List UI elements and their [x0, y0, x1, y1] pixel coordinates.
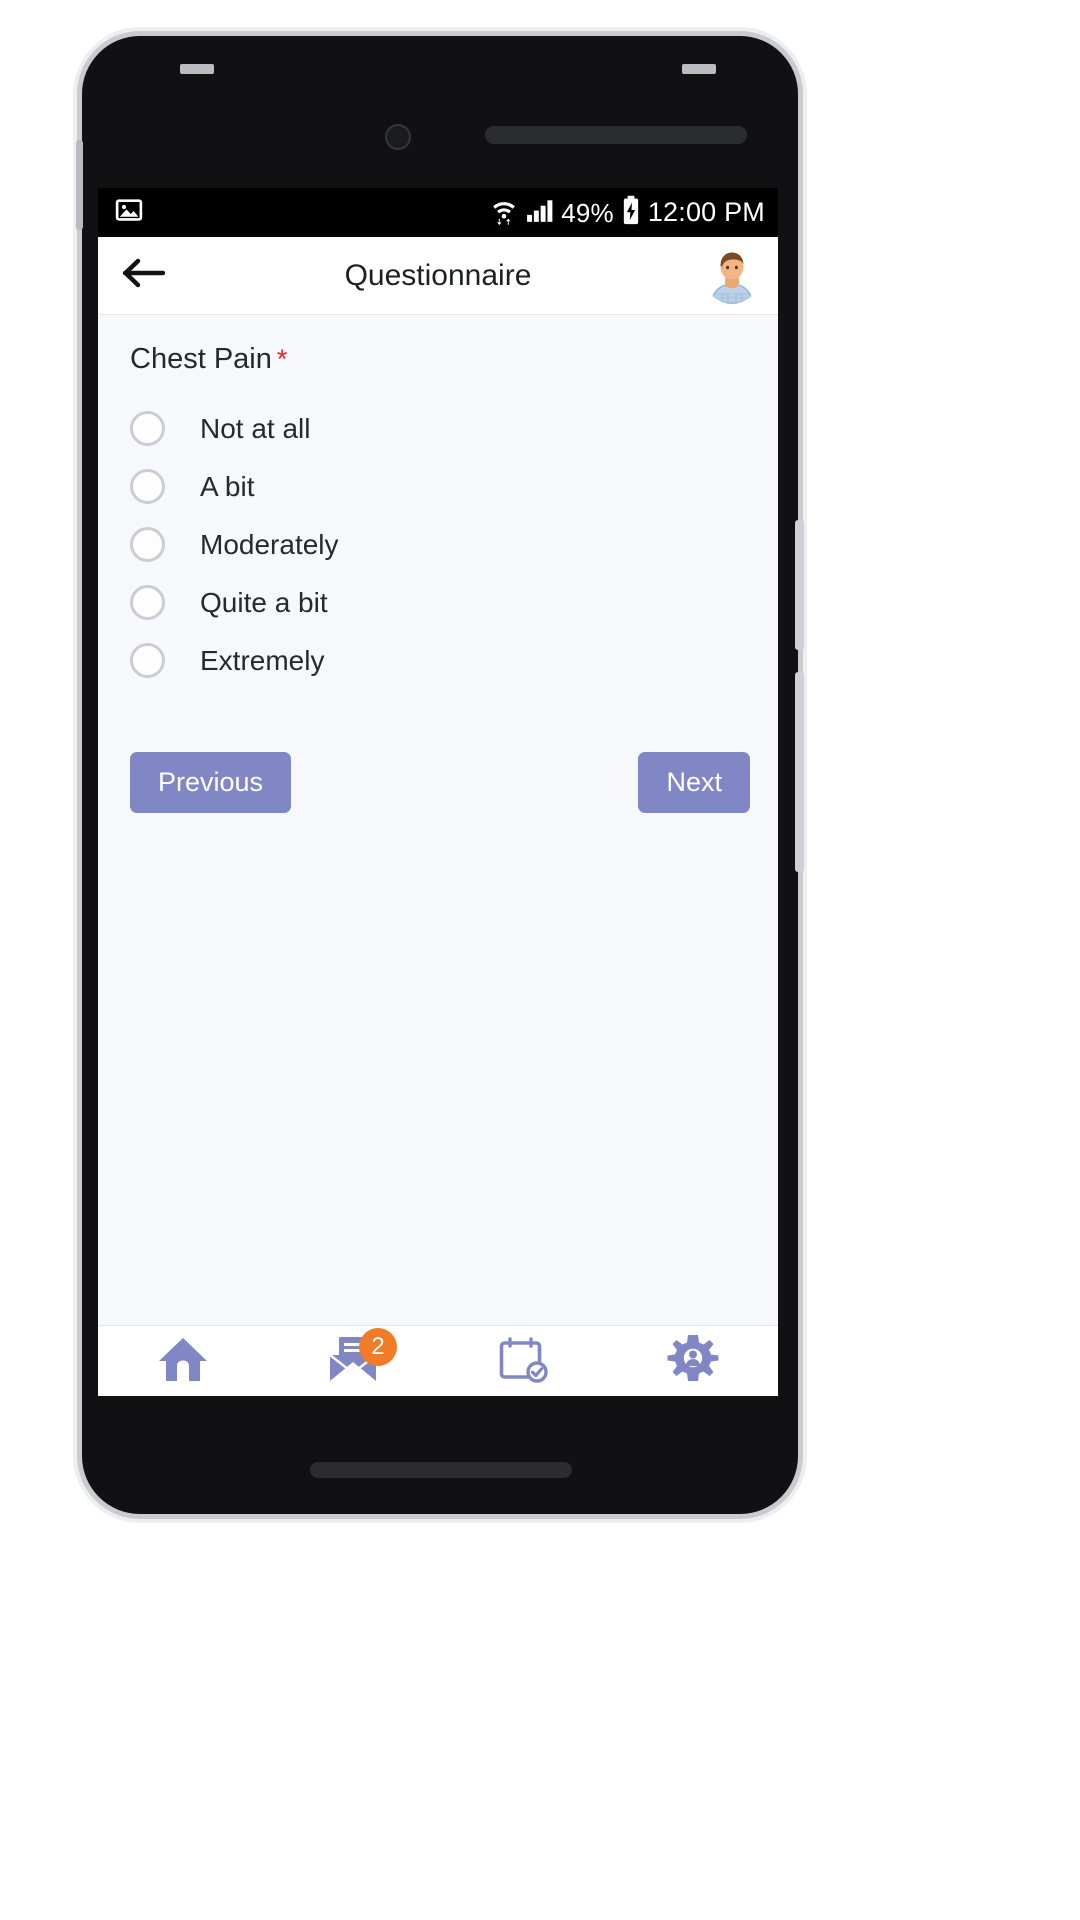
screenshot-root: 49% 12:00 PM Questionnaire Chest Pain * …: [0, 0, 1080, 1920]
earpiece-speaker: [485, 126, 747, 144]
front-camera-icon: [385, 124, 411, 150]
battery-charging-icon: [621, 195, 641, 230]
radio-circle-icon[interactable]: [130, 469, 165, 504]
power-button[interactable]: [795, 672, 804, 872]
wifi-icon: [489, 195, 519, 230]
radio-option-moderately[interactable]: Moderately: [130, 518, 778, 571]
next-button[interactable]: Next: [638, 752, 750, 813]
question-label-text: Chest Pain: [130, 343, 272, 375]
radio-group: Not at all A bit Moderately Quite a bit …: [98, 402, 778, 687]
status-bar-right: 49% 12:00 PM: [489, 195, 765, 230]
radio-option-label: Extremely: [200, 644, 325, 676]
radio-option-label: Not at all: [200, 412, 311, 444]
settings-gear-icon: [667, 1334, 719, 1389]
signal-bars-icon: [526, 197, 554, 228]
radio-circle-icon[interactable]: [130, 527, 165, 562]
radio-circle-icon[interactable]: [130, 643, 165, 678]
image-icon: [114, 195, 144, 230]
volume-button[interactable]: [795, 520, 804, 650]
status-bar: 49% 12:00 PM: [98, 188, 778, 237]
questionnaire-content: Chest Pain* Not at all A bit Moderately: [98, 315, 778, 1325]
status-bar-left: [114, 195, 144, 230]
bottom-navigation-bar: 2: [98, 1325, 778, 1396]
phone-top-nub-left: [180, 64, 214, 74]
home-icon: [157, 1335, 209, 1388]
clock-label: 12:00 PM: [647, 197, 765, 227]
radio-option-extremely[interactable]: Extremely: [130, 634, 778, 687]
required-asterisk: *: [276, 344, 288, 374]
page-title: Questionnaire: [344, 258, 532, 292]
back-arrow-icon: [121, 256, 167, 295]
question-title: Chest Pain *: [98, 343, 778, 376]
nav-item-home[interactable]: [98, 1326, 268, 1396]
nav-item-messages[interactable]: 2: [268, 1326, 438, 1396]
radio-circle-icon[interactable]: [130, 585, 165, 620]
radio-option-a-bit[interactable]: A bit: [130, 460, 778, 513]
messages-badge: 2: [359, 1328, 397, 1366]
battery-percent-label: 49%: [561, 197, 614, 228]
nav-item-calendar[interactable]: [438, 1326, 608, 1396]
radio-option-label: Moderately: [200, 528, 339, 560]
radio-option-quite-a-bit[interactable]: Quite a bit: [130, 576, 778, 629]
form-navigation: Previous Next: [98, 692, 778, 813]
radio-option-label: A bit: [200, 470, 255, 502]
phone-screen: 49% 12:00 PM Questionnaire Chest Pain * …: [98, 188, 778, 1396]
phone-sim-tray: [76, 140, 83, 230]
avatar[interactable]: [704, 247, 760, 304]
nav-item-settings[interactable]: [608, 1326, 778, 1396]
app-header: Questionnaire: [98, 237, 778, 315]
radio-option-not-at-all[interactable]: Not at all: [130, 402, 778, 455]
radio-circle-icon[interactable]: [130, 411, 165, 446]
previous-button[interactable]: Previous: [130, 752, 292, 813]
radio-option-label: Quite a bit: [200, 586, 328, 618]
calendar-check-icon: [497, 1335, 549, 1388]
phone-bottom-speaker: [310, 1462, 572, 1478]
back-button[interactable]: [118, 250, 170, 302]
